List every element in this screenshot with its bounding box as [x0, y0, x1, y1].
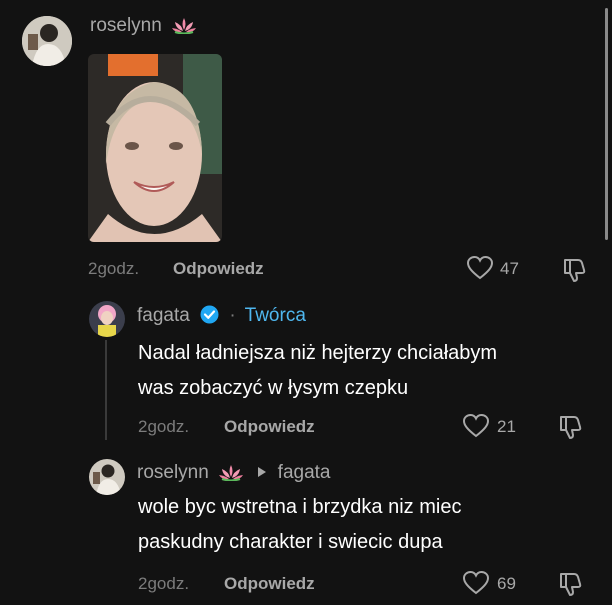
username[interactable]: roselynn fagata	[137, 462, 331, 484]
reply-arrow-icon	[258, 467, 267, 477]
avatar[interactable]	[89, 301, 125, 337]
username[interactable]: roselynn	[90, 15, 197, 37]
like-button[interactable]	[463, 414, 489, 438]
comment-photo[interactable]	[88, 54, 222, 242]
avatar[interactable]	[89, 459, 125, 495]
username-text[interactable]: roselynn	[90, 15, 162, 36]
avatar[interactable]	[22, 16, 72, 66]
verified-icon	[200, 305, 219, 324]
reply-to-username[interactable]: fagata	[278, 462, 331, 483]
avatar-image	[89, 459, 125, 495]
reply-button[interactable]: Odpowiedz	[173, 259, 264, 279]
like-count: 47	[500, 259, 519, 278]
reply-button[interactable]: Odpowiedz	[224, 417, 315, 437]
timestamp: 2godz.	[138, 574, 190, 593]
comment-text: wole byc wstretna i brzydka niz miec pas…	[138, 490, 461, 560]
username-text[interactable]: roselynn	[137, 462, 209, 483]
separator: ·	[229, 305, 236, 326]
heart-icon[interactable]	[467, 256, 493, 280]
comment-text-line: Nadal ładniejsza niż hejterzy chciałabym	[138, 342, 498, 364]
dislike-button[interactable]	[557, 414, 583, 440]
like-count: 21	[497, 417, 516, 436]
heart-icon[interactable]	[463, 571, 489, 595]
reply-button[interactable]: Odpowiedz	[224, 574, 315, 594]
comment-text: Nadal ładniejsza niż hejterzy chciałabym…	[138, 336, 497, 406]
lotus-icon	[219, 465, 244, 482]
dislike-button[interactable]	[561, 257, 587, 283]
avatar-image	[22, 16, 72, 66]
thread-line	[105, 340, 107, 440]
username-text[interactable]: fagata	[137, 305, 190, 326]
thumbs-down-icon[interactable]	[561, 257, 587, 283]
comment-text-line: paskudny charakter i swiecic dupa	[138, 531, 443, 553]
username[interactable]: fagata · Twórca	[137, 305, 306, 327]
timestamp: 2godz.	[88, 259, 140, 278]
lotus-icon	[172, 18, 197, 35]
like-button[interactable]	[463, 571, 489, 595]
like-count: 69	[497, 574, 516, 593]
thumbs-down-icon[interactable]	[557, 414, 583, 440]
like-button[interactable]	[467, 256, 493, 280]
heart-icon[interactable]	[463, 414, 489, 438]
face-photo	[88, 54, 222, 242]
comment-text-line: wole byc wstretna i brzydka niz miec	[138, 496, 462, 518]
creator-label: Twórca	[244, 305, 306, 326]
avatar-image	[89, 301, 125, 337]
thumbs-down-icon[interactable]	[557, 571, 583, 597]
scrollbar[interactable]	[605, 8, 608, 240]
dislike-button[interactable]	[557, 571, 583, 597]
comment-text-line: was zobaczyć w łysym czepku	[138, 377, 409, 399]
timestamp: 2godz.	[138, 417, 190, 436]
